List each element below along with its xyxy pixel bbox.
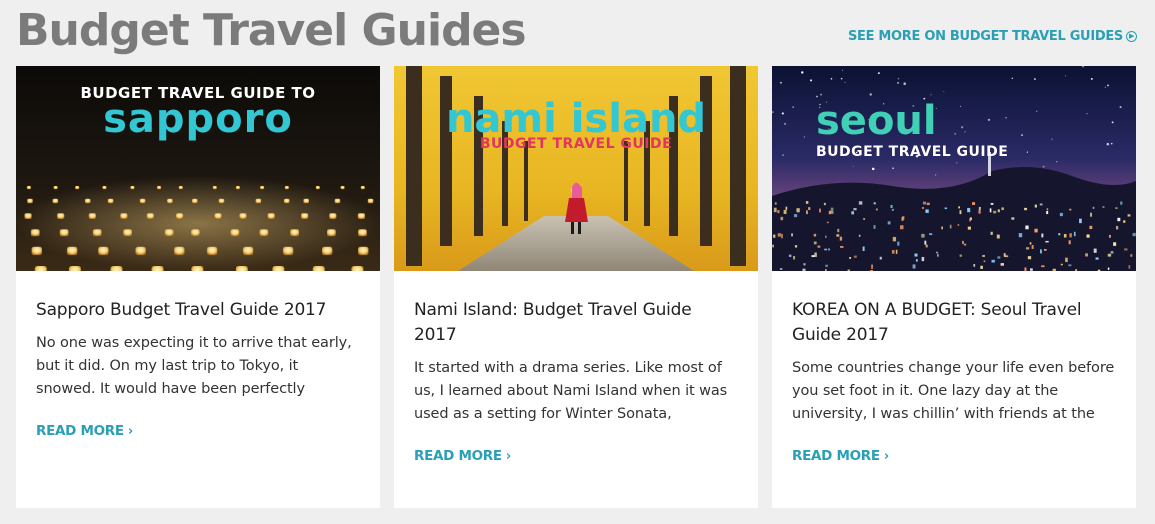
image-title: seoul (816, 98, 937, 144)
chevron-right-icon: › (883, 448, 889, 464)
see-more-link[interactable]: SEE MORE ON BUDGET TRAVEL GUIDES ▶ (848, 29, 1137, 44)
image-subtitle: BUDGET TRAVEL GUIDE (816, 144, 1009, 160)
circle-arrow-right-icon: ▶ (1126, 31, 1137, 42)
image-subtitle: BUDGET TRAVEL GUIDE (479, 136, 673, 152)
guide-card-nami-island: nami island BUDGET TRAVEL GUIDE Nami Isl… (394, 66, 758, 508)
card-image-seoul[interactable]: seoul BUDGET TRAVEL GUIDE (772, 66, 1136, 271)
card-title[interactable]: KOREA ON A BUDGET: Seoul Travel Guide 20… (792, 298, 1116, 348)
card-excerpt: It started with a drama series. Like mos… (414, 360, 728, 422)
read-more-link[interactable]: READ MORE › (414, 448, 511, 464)
read-more-label: READ MORE (792, 448, 880, 464)
guide-card-seoul: seoul BUDGET TRAVEL GUIDE KOREA ON A BUD… (772, 66, 1136, 508)
guide-card-sapporo: BUDGET TRAVEL GUIDE TO sapporo Sapporo B… (16, 66, 380, 508)
section-title: Budget Travel Guides (16, 5, 527, 56)
card-excerpt: No one was expecting it to arrive that e… (36, 335, 352, 397)
card-image-sapporo[interactable]: BUDGET TRAVEL GUIDE TO sapporo (16, 66, 380, 271)
chevron-right-icon: › (505, 448, 511, 464)
read-more-label: READ MORE (36, 423, 124, 439)
read-more-label: READ MORE (414, 448, 502, 464)
card-excerpt: Some countries change your life even bef… (792, 360, 1115, 422)
image-title: sapporo (103, 96, 293, 142)
see-more-label: SEE MORE ON BUDGET TRAVEL GUIDES (847, 29, 1123, 44)
card-title[interactable]: Sapporo Budget Travel Guide 2017 (36, 298, 360, 323)
card-title[interactable]: Nami Island: Budget Travel Guide 2017 (414, 298, 738, 348)
chevron-right-icon: › (127, 423, 133, 439)
read-more-link[interactable]: READ MORE › (792, 448, 889, 464)
card-image-nami-island[interactable]: nami island BUDGET TRAVEL GUIDE (394, 66, 758, 271)
read-more-link[interactable]: READ MORE › (36, 423, 133, 439)
